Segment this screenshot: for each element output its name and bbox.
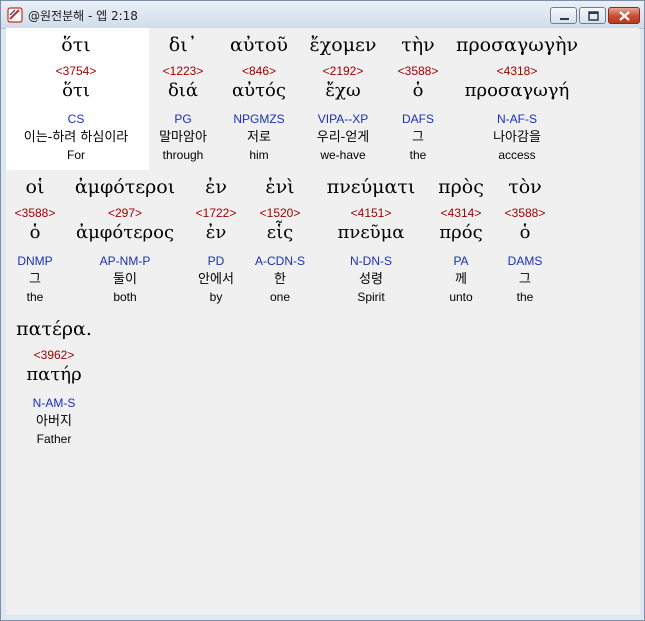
word-korean: 그 — [519, 272, 531, 287]
maximize-button[interactable] — [579, 7, 606, 24]
word-greek: τὸν — [508, 176, 542, 198]
word-strong: <4318> — [496, 64, 538, 78]
app-logo-icon — [7, 7, 23, 23]
word-lemma: ὁ — [519, 222, 531, 243]
window-title: @원전분해 - 엡 2:18 — [28, 9, 138, 23]
word-english: the — [516, 290, 534, 304]
word-strong: <3588> — [504, 206, 546, 220]
minimize-icon — [560, 18, 569, 20]
word-morph: DAMS — [507, 254, 543, 268]
word-greek: πατέρα. — [16, 318, 92, 340]
word-strong: <3962> — [33, 348, 75, 362]
word-morph: N-AF-S — [497, 112, 537, 126]
word-english: access — [498, 148, 536, 162]
word-lemma: προσαγωγή — [464, 80, 570, 101]
title-bar[interactable]: @원전분해 - 엡 2:18 — [1, 1, 644, 29]
close-icon — [619, 11, 630, 21]
word-lemma: πατήρ — [26, 364, 82, 385]
word-english: Father — [36, 432, 72, 446]
close-button[interactable] — [608, 7, 640, 24]
minimize-button[interactable] — [550, 7, 577, 24]
word-greek: προσαγωγὴν — [455, 34, 579, 56]
maximize-icon — [588, 11, 599, 21]
word-morph: N-AM-S — [32, 396, 76, 410]
word-korean: 아버지 — [36, 414, 72, 429]
word-korean: 나아감을 — [493, 130, 541, 145]
